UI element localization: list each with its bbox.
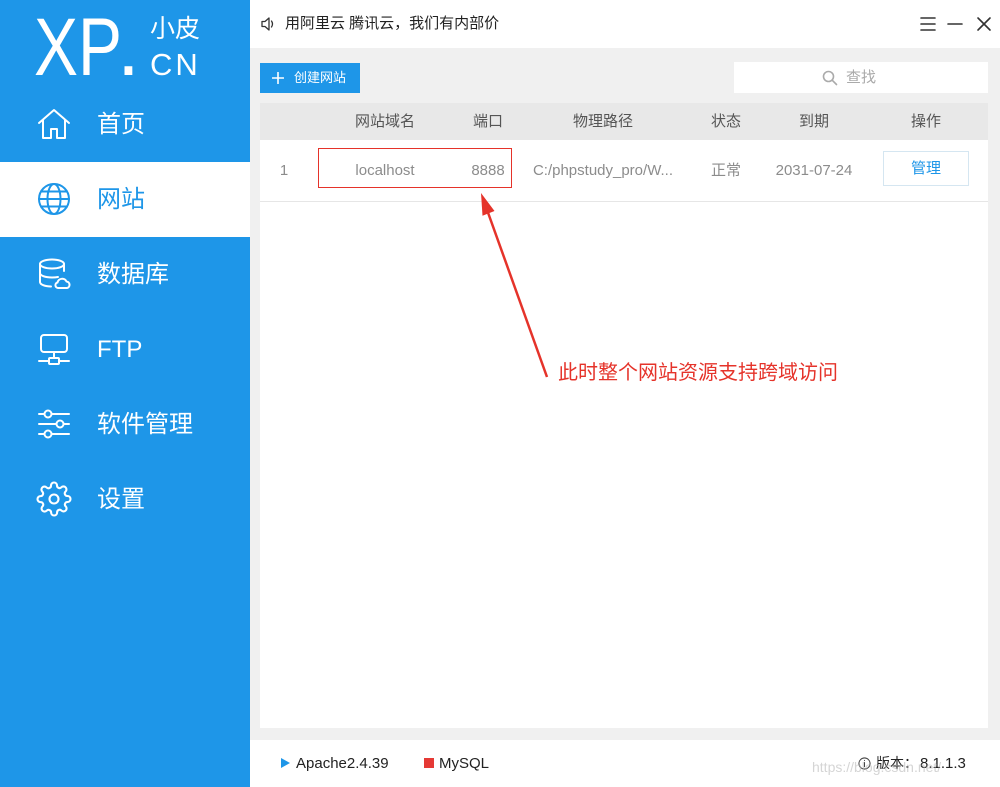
speaker-icon [260, 16, 276, 32]
row-expiry: 2031-07-24 [775, 162, 853, 179]
website-table: 网站域名 端口 物理路径 状态 到期 操作 1 localhost 8888 C… [260, 103, 988, 728]
sidebar-item-website[interactable]: 网站 [0, 162, 250, 237]
row-path: C:/phpstudy_pro/W... [532, 162, 674, 179]
manage-button[interactable]: 管理 [883, 151, 969, 186]
close-icon[interactable] [974, 14, 994, 34]
title-bar: 用阿里云 腾讯云，我们有内部价 [250, 0, 1000, 48]
row-index: 1 [279, 162, 289, 179]
ad-link[interactable]: 用阿里云 腾讯云，我们有内部价 [285, 0, 499, 48]
apache-service-label: Apache2.4.39 [296, 755, 389, 772]
sidebar-item-home[interactable]: 首页 [0, 87, 250, 162]
sidebar-item-label: FTP [97, 336, 143, 363]
sliders-icon [36, 406, 72, 442]
logo-dot: . [117, 2, 140, 87]
database-icon [36, 256, 72, 292]
version-value: 8.1.1.3 [920, 755, 966, 772]
stop-icon [424, 758, 434, 768]
sidebar-item-settings[interactable]: 设置 [0, 462, 250, 537]
sidebar-item-database[interactable]: 数据库 [0, 237, 250, 312]
header-status: 状态 [710, 113, 741, 130]
gear-icon [36, 481, 72, 517]
play-icon [281, 758, 290, 768]
info-icon [858, 757, 871, 770]
mysql-service-label: MySQL [439, 755, 490, 772]
sidebar-item-label: 首页 [97, 111, 145, 138]
status-bar: Apache2.4.39 MySQL 版本： 8.1.1.3 https://bl… [250, 740, 1000, 787]
logo-cn-bottom: CN [150, 47, 201, 82]
row-domain: localhost [355, 162, 415, 179]
logo-cn-top: 小皮 [150, 15, 200, 43]
sidebar-item-label: 数据库 [97, 261, 169, 288]
table-header: 网站域名 端口 物理路径 状态 到期 操作 [260, 103, 988, 140]
row-port: 8888 [471, 162, 505, 179]
table-row[interactable]: 1 localhost 8888 C:/phpstudy_pro/W... 正常… [260, 140, 988, 202]
plus-icon [272, 72, 284, 84]
search-box[interactable] [734, 62, 988, 93]
monitor-icon [36, 331, 72, 367]
minimize-icon[interactable] [945, 14, 965, 34]
header-action: 操作 [910, 113, 941, 130]
globe-icon [36, 181, 72, 217]
row-status: 正常 [710, 162, 741, 179]
sidebar-item-label: 设置 [97, 486, 145, 513]
sidebar-item-software[interactable]: 软件管理 [0, 387, 250, 462]
header-path: 物理路径 [572, 113, 633, 130]
create-website-label: 创建网站 [294, 70, 347, 85]
version-info: 版本： 8.1.1.3 [876, 740, 966, 787]
search-input[interactable] [734, 62, 988, 93]
menu-icon[interactable] [918, 14, 938, 34]
create-website-button[interactable]: 创建网站 [260, 63, 360, 93]
sidebar-item-ftp[interactable]: FTP [0, 312, 250, 387]
sidebar-item-label: 网站 [97, 186, 145, 213]
sidebar: XP . 小皮 CN 首页 网站 数据库 FTP 软件管理 设置 [0, 0, 250, 787]
annotation-text: 此时整个网站资源支持跨域访问 [558, 362, 838, 384]
version-label: 版本： [876, 755, 918, 771]
header-domain: 网站域名 [354, 113, 415, 130]
logo-main-text: XP [34, 2, 122, 87]
header-expiry: 到期 [798, 113, 829, 130]
home-icon [36, 106, 72, 142]
header-port: 端口 [472, 113, 503, 130]
sidebar-item-label: 软件管理 [97, 411, 193, 438]
logo: XP . 小皮 CN [34, 2, 201, 87]
